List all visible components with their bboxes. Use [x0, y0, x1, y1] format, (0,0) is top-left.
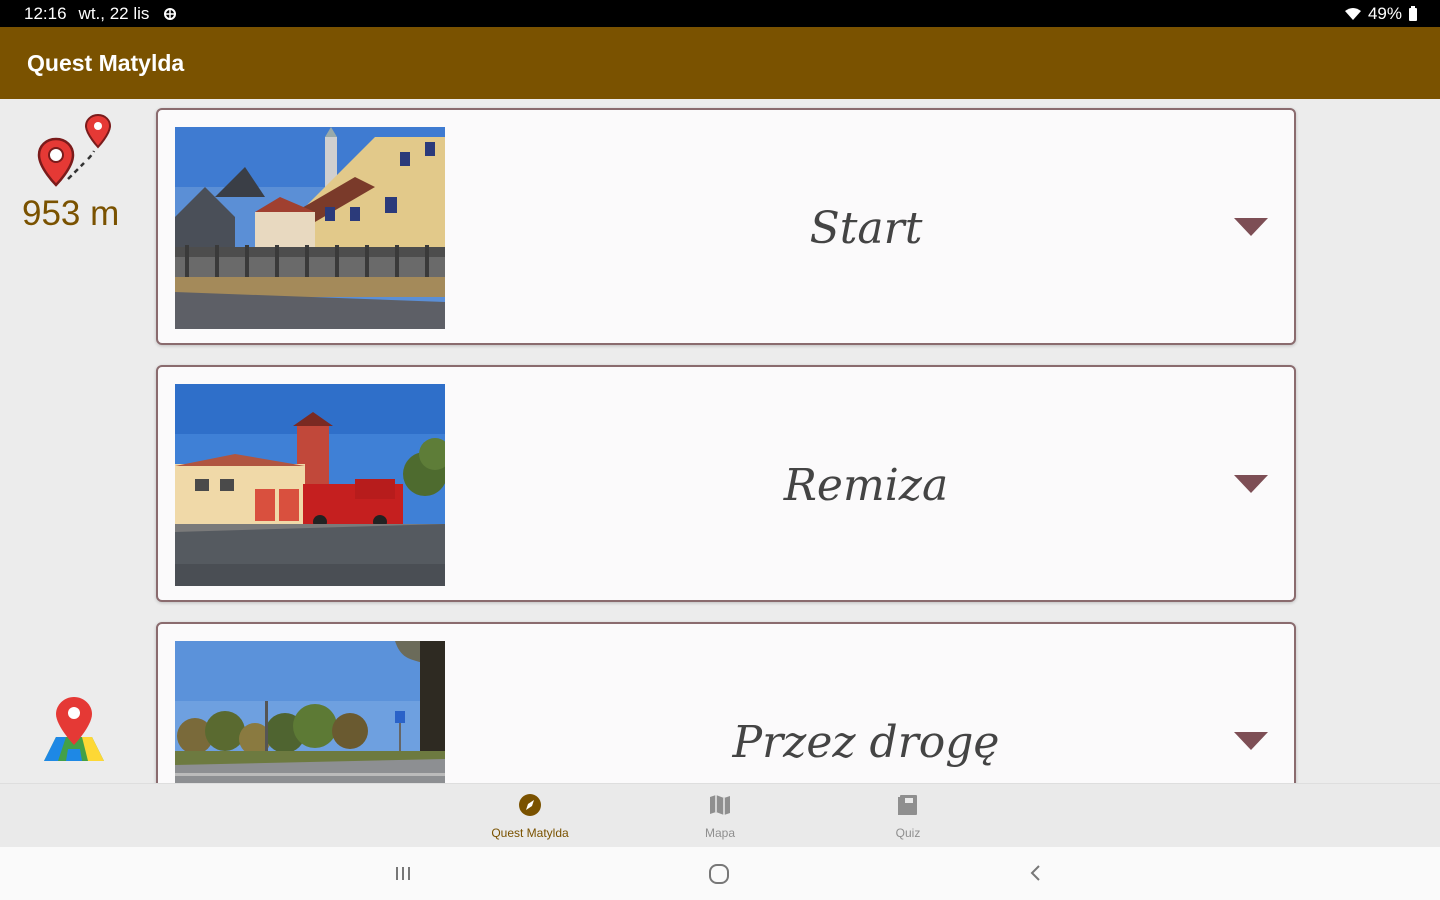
map-pin-icon[interactable] — [42, 695, 106, 772]
nav-item-map[interactable]: Mapa — [650, 792, 790, 842]
book-icon — [895, 792, 921, 821]
route-pins-icon — [34, 113, 114, 198]
back-icon[interactable] — [1026, 863, 1046, 888]
compass-icon — [517, 792, 543, 821]
card-title: Start — [809, 203, 923, 254]
status-date: wt., 22 lis — [78, 3, 150, 23]
wifi-icon — [1344, 7, 1362, 21]
battery-icon — [1408, 5, 1418, 22]
nav-label: Quest Matylda — [491, 826, 569, 840]
recent-apps-icon[interactable] — [393, 863, 413, 888]
app-bar: Quest Matylda — [0, 27, 1440, 99]
quest-list[interactable]: 953 m Start Remiza Przez drogę — [0, 99, 1440, 783]
expand-chevron-icon[interactable] — [1234, 475, 1268, 495]
quest-card[interactable]: Start — [156, 108, 1296, 345]
nav-label: Mapa — [704, 826, 736, 840]
card-image — [175, 384, 445, 586]
card-image — [175, 641, 445, 783]
nav-item-quest[interactable]: Quest Matylda — [460, 792, 600, 842]
status-bar: 12:16 wt., 22 lis 49% — [0, 0, 1440, 27]
card-title: Przez drogę — [732, 717, 1000, 768]
map-icon — [707, 792, 733, 821]
battery-level: 49% — [1367, 3, 1402, 23]
nav-item-quiz[interactable]: Quiz — [838, 792, 978, 842]
quest-card[interactable]: Remiza — [156, 365, 1296, 602]
notification-icon — [161, 6, 179, 22]
bottom-navigation: Quest Matylda Mapa Quiz — [0, 783, 1440, 847]
distance-readout: 953 m — [22, 194, 120, 233]
card-title: Remiza — [783, 460, 949, 511]
card-image — [175, 127, 445, 329]
system-navigation-bar — [0, 847, 1440, 900]
side-panel: 953 m — [0, 99, 150, 783]
expand-chevron-icon[interactable] — [1234, 218, 1268, 238]
nav-label: Quiz — [895, 826, 921, 840]
status-time: 12:16 — [24, 3, 67, 23]
quest-card[interactable]: Przez drogę — [156, 622, 1296, 783]
home-icon[interactable] — [708, 863, 730, 890]
expand-chevron-icon[interactable] — [1234, 732, 1268, 752]
app-title: Quest Matylda — [27, 49, 185, 76]
